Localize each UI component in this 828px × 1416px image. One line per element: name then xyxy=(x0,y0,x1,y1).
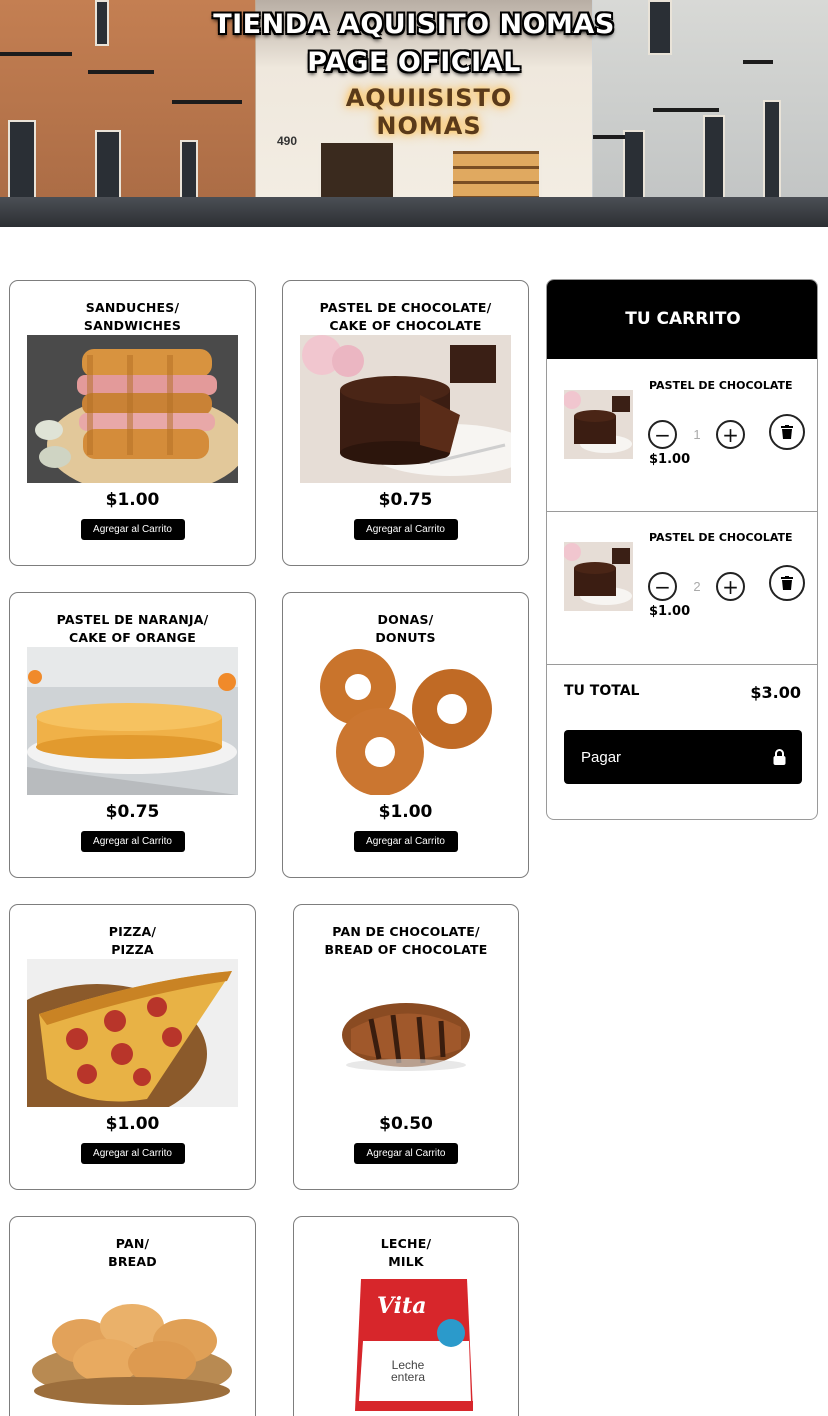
trash-icon xyxy=(781,425,793,439)
shop-sign: AQUIISISTO NOMAS xyxy=(345,84,513,140)
lock-icon xyxy=(773,749,786,765)
remove-item-button[interactable] xyxy=(769,414,805,450)
decrease-quantity-button[interactable]: − xyxy=(648,572,677,601)
cart-item-quantity: 1 xyxy=(693,427,701,442)
product-price: $1.00 xyxy=(105,490,160,510)
street xyxy=(0,197,828,227)
chocolate-bread-image xyxy=(301,959,512,1107)
product-name: DONAS/DONUTS xyxy=(375,612,436,645)
product-name: PASTEL DE NARANJA/CAKE OF ORANGE xyxy=(56,612,209,645)
add-to-cart-button[interactable]: Agregar al Carrito xyxy=(354,1143,458,1164)
sandwich-image xyxy=(27,335,238,483)
cart-item-thumbnail xyxy=(564,542,633,611)
product-card-orange-cake: PASTEL DE NARANJA/CAKE OF ORANGE $0.75 A… xyxy=(9,592,256,878)
total-label: TU TOTAL xyxy=(564,683,640,699)
product-card-pizza: PIZZA/PIZZA $1.00 Agregar al Carrito xyxy=(9,904,256,1190)
cart-item-quantity: 2 xyxy=(693,579,701,594)
chocolate-cake-image xyxy=(300,335,511,483)
add-to-cart-button[interactable]: Agregar al Carrito xyxy=(80,831,185,852)
orange-cake-image xyxy=(27,647,238,795)
product-name: PAN/BREAD xyxy=(108,1236,157,1269)
product-name: PAN DE CHOCOLATE/BREAD OF CHOCOLATE xyxy=(324,924,488,957)
product-price: $0.75 xyxy=(105,802,160,822)
product-card-donuts: DONAS/DONUTS $1.00 Agregar al Carrito xyxy=(282,592,529,878)
add-to-cart-button[interactable]: Agregar al Carrito xyxy=(353,831,458,852)
product-price: $0.75 xyxy=(378,490,433,510)
cart-item-name: PASTEL DE CHOCOLATE xyxy=(649,531,793,544)
cart-item-name: PASTEL DE CHOCOLATE xyxy=(649,379,793,392)
product-card-bread: PAN/BREAD xyxy=(9,1216,256,1416)
trash-icon xyxy=(781,576,793,590)
hero-banner: AQUIISISTO NOMAS 490 TIENDA AQUISITO NOM… xyxy=(0,0,828,227)
product-price: $1.00 xyxy=(378,802,433,822)
add-to-cart-button[interactable]: Agregar al Carrito xyxy=(80,1143,185,1164)
increase-quantity-button[interactable]: + xyxy=(716,420,745,449)
product-name: PIZZA/PIZZA xyxy=(108,924,157,957)
add-to-cart-button[interactable]: Agregar al Carrito xyxy=(80,519,185,540)
pay-button[interactable]: Pagar xyxy=(564,730,802,784)
product-card-chocolate-cake: PASTEL DE CHOCOLATE/CAKE OF CHOCOLATE $0… xyxy=(282,280,529,566)
donuts-image xyxy=(300,647,511,795)
cart-item: PASTEL DE CHOCOLATE − 2 + $1.00 xyxy=(547,512,817,665)
shop-number: 490 xyxy=(277,134,298,148)
milk-bag-image: Vita Leche entera xyxy=(301,1271,512,1416)
add-to-cart-button[interactable]: Agregar al Carrito xyxy=(353,519,458,540)
decrease-quantity-button[interactable]: − xyxy=(648,420,677,449)
product-card-chocolate-bread: PAN DE CHOCOLATE/BREAD OF CHOCOLATE $0.5… xyxy=(293,904,519,1190)
cart-item-thumbnail xyxy=(564,390,633,459)
product-card-milk: LECHE/MILK Vita Leche entera xyxy=(293,1216,519,1416)
cart-panel: TU CARRITO PASTEL DE CHOCOLATE − 1 + $1.… xyxy=(546,279,818,820)
product-card-sandwich: SANDUCHES/SANDWICHES $1.00 Agregar al Ca… xyxy=(9,280,256,566)
product-name: PASTEL DE CHOCOLATE/CAKE OF CHOCOLATE xyxy=(319,300,492,333)
remove-item-button[interactable] xyxy=(769,565,805,601)
product-price: $0.50 xyxy=(379,1114,433,1134)
cart-item-price: $1.00 xyxy=(649,604,691,619)
pizza-image xyxy=(27,959,238,1107)
increase-quantity-button[interactable]: + xyxy=(716,572,745,601)
product-name: SANDUCHES/SANDWICHES xyxy=(83,300,182,333)
cart-item: PASTEL DE CHOCOLATE − 1 + $1.00 xyxy=(547,359,817,512)
total-value: $3.00 xyxy=(750,683,801,702)
bread-basket-image xyxy=(27,1271,238,1416)
milk-type-label: Leche entera xyxy=(390,1358,426,1384)
pay-button-label: Pagar xyxy=(581,748,622,766)
product-name: LECHE/MILK xyxy=(380,1236,432,1269)
cart-title: TU CARRITO xyxy=(547,280,817,359)
hero-title: TIENDA AQUISITO NOMAS PAGE OFICIAL xyxy=(213,9,615,78)
milk-brand-label: Vita xyxy=(377,1293,427,1319)
product-price: $1.00 xyxy=(105,1114,160,1134)
cart-item-price: $1.00 xyxy=(649,452,691,467)
